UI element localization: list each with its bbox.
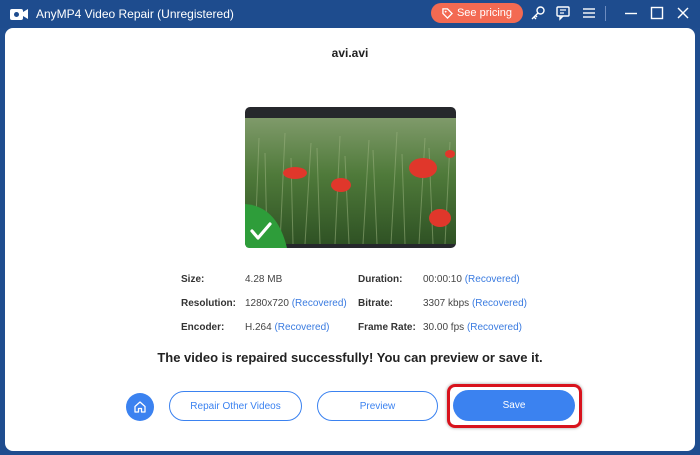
key-icon[interactable] bbox=[530, 5, 546, 21]
duration-recovered-tag: (Recovered) bbox=[464, 274, 520, 285]
size-value: 4.28 MB bbox=[245, 274, 283, 285]
bitrate-recovered-tag: (Recovered) bbox=[471, 298, 527, 309]
encoder-label: Encoder: bbox=[181, 322, 225, 333]
size-label: Size: bbox=[181, 274, 205, 285]
duration-value: 00:00:10 (Recovered) bbox=[423, 274, 520, 285]
resolution-recovered-tag: (Recovered) bbox=[291, 298, 347, 309]
framerate-text: 30.00 fps bbox=[423, 322, 465, 333]
encoder-value: H.264 (Recovered) bbox=[245, 322, 330, 333]
bitrate-label: Bitrate: bbox=[358, 298, 394, 309]
resolution-label: Resolution: bbox=[181, 298, 236, 309]
see-pricing-label: See pricing bbox=[456, 7, 513, 19]
framerate-recovered-tag: (Recovered) bbox=[466, 322, 522, 333]
home-button[interactable] bbox=[126, 393, 154, 421]
file-name: avi.avi bbox=[331, 46, 369, 60]
framerate-value: 30.00 fps (Recovered) bbox=[423, 322, 522, 333]
resolution-text: 1280x720 bbox=[245, 298, 289, 309]
tag-icon bbox=[442, 7, 453, 19]
minimize-icon[interactable] bbox=[623, 5, 639, 21]
title-bar: AnyMP4 Video Repair (Unregistered) See p… bbox=[0, 0, 700, 28]
window-title: AnyMP4 Video Repair (Unregistered) bbox=[36, 7, 234, 21]
bitrate-text: 3307 kbps bbox=[423, 298, 470, 309]
menu-icon[interactable] bbox=[581, 5, 597, 21]
repair-other-videos-button[interactable]: Repair Other Videos bbox=[169, 391, 302, 421]
app-logo-icon bbox=[10, 9, 28, 20]
checkmark-icon bbox=[245, 204, 287, 248]
bitrate-value: 3307 kbps (Recovered) bbox=[423, 298, 527, 309]
titlebar-divider bbox=[605, 6, 606, 21]
duration-text: 00:00:10 bbox=[423, 274, 462, 285]
see-pricing-button[interactable]: See pricing bbox=[431, 3, 523, 23]
duration-label: Duration: bbox=[358, 274, 403, 285]
save-button[interactable]: Save bbox=[453, 390, 575, 421]
preview-button[interactable]: Preview bbox=[317, 391, 438, 421]
resolution-value: 1280x720 (Recovered) bbox=[245, 298, 347, 309]
maximize-icon[interactable] bbox=[649, 5, 665, 21]
success-message: The video is repaired successfully! You … bbox=[157, 350, 543, 365]
framerate-label: Frame Rate: bbox=[358, 322, 416, 333]
encoder-recovered-tag: (Recovered) bbox=[274, 322, 330, 333]
encoder-text: H.264 bbox=[245, 322, 272, 333]
close-icon[interactable] bbox=[675, 5, 691, 21]
home-icon bbox=[134, 401, 146, 413]
chat-icon[interactable] bbox=[555, 5, 571, 21]
